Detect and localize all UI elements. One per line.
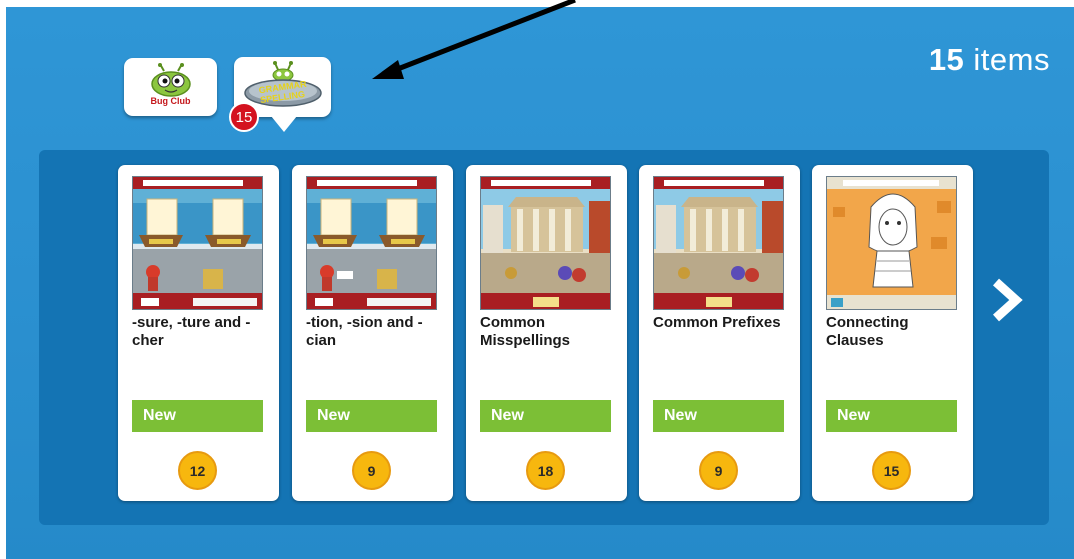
activity-thumbnail bbox=[480, 176, 611, 310]
activity-count: 15 bbox=[872, 451, 911, 490]
activity-title: Common Misspellings bbox=[480, 314, 571, 349]
activity-title: -sure, -ture and -cher bbox=[132, 314, 251, 349]
activity-title: Common Prefixes bbox=[653, 314, 781, 331]
activity-thumbnail bbox=[826, 176, 957, 310]
activity-title: -tion, -sion and -cian bbox=[306, 314, 423, 349]
activity-card[interactable]: Connecting Clauses New 15 bbox=[812, 165, 973, 501]
items-count-label: items bbox=[973, 42, 1050, 77]
activity-count: 18 bbox=[526, 451, 565, 490]
tab-count-badge: 15 bbox=[229, 102, 259, 132]
new-badge: New bbox=[306, 400, 437, 432]
activity-card[interactable]: -tion, -sion and -cian New 9 bbox=[292, 165, 453, 501]
tab-bug-club-label: Bug Club bbox=[150, 96, 191, 106]
activity-card[interactable]: Common Prefixes New 9 bbox=[639, 165, 800, 501]
activity-count: 12 bbox=[178, 451, 217, 490]
items-count: 15 items bbox=[929, 42, 1050, 78]
activity-card[interactable]: -sure, -ture and -cher New 12 bbox=[118, 165, 279, 501]
new-badge: New bbox=[826, 400, 957, 432]
activity-card[interactable]: Common Misspellings New 18 bbox=[466, 165, 627, 501]
new-badge: New bbox=[653, 400, 784, 432]
grammar-spelling-logo-icon: GRAMMAR SPELLING bbox=[244, 61, 322, 107]
activity-title: Connecting Clauses bbox=[826, 314, 909, 349]
activity-count: 9 bbox=[699, 451, 738, 490]
tab-bug-club[interactable]: Bug Club bbox=[124, 58, 217, 116]
items-count-number: 15 bbox=[928, 42, 965, 77]
chevron-right-icon[interactable] bbox=[986, 276, 1026, 324]
activity-thumbnail bbox=[653, 176, 784, 310]
activity-thumbnail bbox=[306, 176, 437, 310]
tab-pointer bbox=[271, 116, 297, 132]
bug-club-logo-icon bbox=[150, 63, 191, 97]
activity-count: 9 bbox=[352, 451, 391, 490]
new-badge: New bbox=[480, 400, 611, 432]
new-badge: New bbox=[132, 400, 263, 432]
activity-thumbnail bbox=[132, 176, 263, 310]
